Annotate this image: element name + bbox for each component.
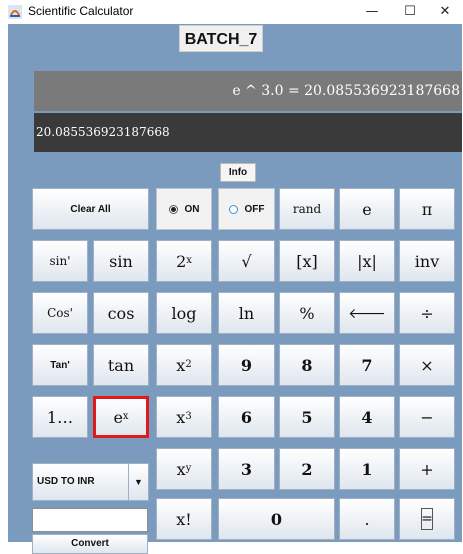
sin-inverse-button[interactable]: sin' xyxy=(32,240,88,282)
x-power-y-base: x xyxy=(176,459,186,479)
log-button[interactable]: log xyxy=(156,292,212,334)
currency-select[interactable]: USD TO INR ▼ xyxy=(32,463,149,501)
equals-button[interactable]: = xyxy=(399,498,455,540)
batch-label: BATCH_7 xyxy=(179,25,263,52)
radio-selected-icon xyxy=(168,204,178,214)
x-power-y-button[interactable]: xy xyxy=(156,448,212,490)
digit-2-button[interactable]: 2 xyxy=(279,448,335,490)
back-arrow-icon: 🡐 xyxy=(348,305,386,322)
sin-button[interactable]: sin xyxy=(93,240,149,282)
abs-button[interactable]: |x| xyxy=(339,240,395,282)
digit-3-button[interactable]: 3 xyxy=(218,448,275,490)
convert-amount-input[interactable] xyxy=(32,508,148,532)
currency-select-value: USD TO INR xyxy=(37,476,95,487)
inv-button[interactable]: inv xyxy=(399,240,455,282)
floor-button[interactable]: [x] xyxy=(279,240,335,282)
minimize-button[interactable]: — xyxy=(354,0,390,24)
percent-button[interactable]: % xyxy=(279,292,335,334)
sqrt-button[interactable]: √ xyxy=(218,240,275,282)
divide-button[interactable]: ÷ xyxy=(399,292,455,334)
pi-button[interactable]: π xyxy=(399,188,455,230)
chevron-down-icon[interactable]: ▼ xyxy=(128,464,148,500)
calculator-window: Scientific Calculator — ☐ ✕ BATCH_7 e ^ … xyxy=(0,0,463,554)
convert-button[interactable]: Convert xyxy=(32,534,148,554)
multiply-button[interactable]: × xyxy=(399,344,455,386)
decimal-point-button[interactable]: . xyxy=(339,498,395,540)
two-power-x-base: 2 xyxy=(176,251,187,271)
ln-button[interactable]: ln xyxy=(218,292,275,334)
calculator-panel: BATCH_7 e ^ 3.0 = 20.085536923187668 20.… xyxy=(8,24,462,554)
history-display: e ^ 3.0 = 20.085536923187668 xyxy=(34,71,462,111)
radio-unselected-icon xyxy=(228,204,238,214)
cube-base: x xyxy=(176,407,186,427)
cos-button[interactable]: cos xyxy=(93,292,149,334)
on-radio[interactable]: ON xyxy=(156,188,212,230)
java-app-icon xyxy=(8,5,22,19)
e-constant-button[interactable]: e xyxy=(339,188,395,230)
digit-0-button[interactable]: 0 xyxy=(218,498,335,540)
digit-7-button[interactable]: 7 xyxy=(339,344,395,386)
title-bar: Scientific Calculator — ☐ ✕ xyxy=(0,0,463,24)
digit-1-button[interactable]: 1 xyxy=(339,448,395,490)
digit-4-button[interactable]: 4 xyxy=(339,396,395,438)
clear-all-button[interactable]: Clear All xyxy=(32,188,149,230)
digit-5-button[interactable]: 5 xyxy=(279,396,335,438)
tan-button[interactable]: tan xyxy=(93,344,149,386)
digit-8-button[interactable]: 8 xyxy=(279,344,335,386)
plus-button[interactable]: + xyxy=(399,448,455,490)
one-dots-button[interactable]: 1… xyxy=(32,396,88,438)
square-base: x xyxy=(176,355,186,375)
backspace-button[interactable]: 🡐 xyxy=(339,292,395,334)
on-label: ON xyxy=(184,203,200,215)
close-button[interactable]: ✕ xyxy=(427,0,463,24)
tan-inverse-button[interactable]: Tan' xyxy=(32,344,88,386)
window-title: Scientific Calculator xyxy=(28,4,134,18)
equals-label: = xyxy=(421,508,433,530)
e-power-x-base: e xyxy=(113,407,123,427)
digit-9-button[interactable]: 9 xyxy=(218,344,275,386)
maximize-button[interactable]: ☐ xyxy=(392,0,428,24)
off-label: OFF xyxy=(244,203,265,215)
digit-6-button[interactable]: 6 xyxy=(218,396,275,438)
rand-button[interactable]: rand xyxy=(279,188,335,230)
two-power-x-button[interactable]: 2x xyxy=(156,240,212,282)
minus-button[interactable]: − xyxy=(399,396,455,438)
info-button[interactable]: Info xyxy=(220,163,256,182)
factorial-button[interactable]: x! xyxy=(156,498,212,540)
cube-button[interactable]: x3 xyxy=(156,396,212,438)
cos-inverse-button[interactable]: Cos' xyxy=(32,292,88,334)
square-button[interactable]: x2 xyxy=(156,344,212,386)
e-power-x-button[interactable]: ex xyxy=(93,396,149,438)
result-display[interactable]: 20.085536923187668 xyxy=(34,113,462,152)
off-radio[interactable]: OFF xyxy=(218,188,275,230)
